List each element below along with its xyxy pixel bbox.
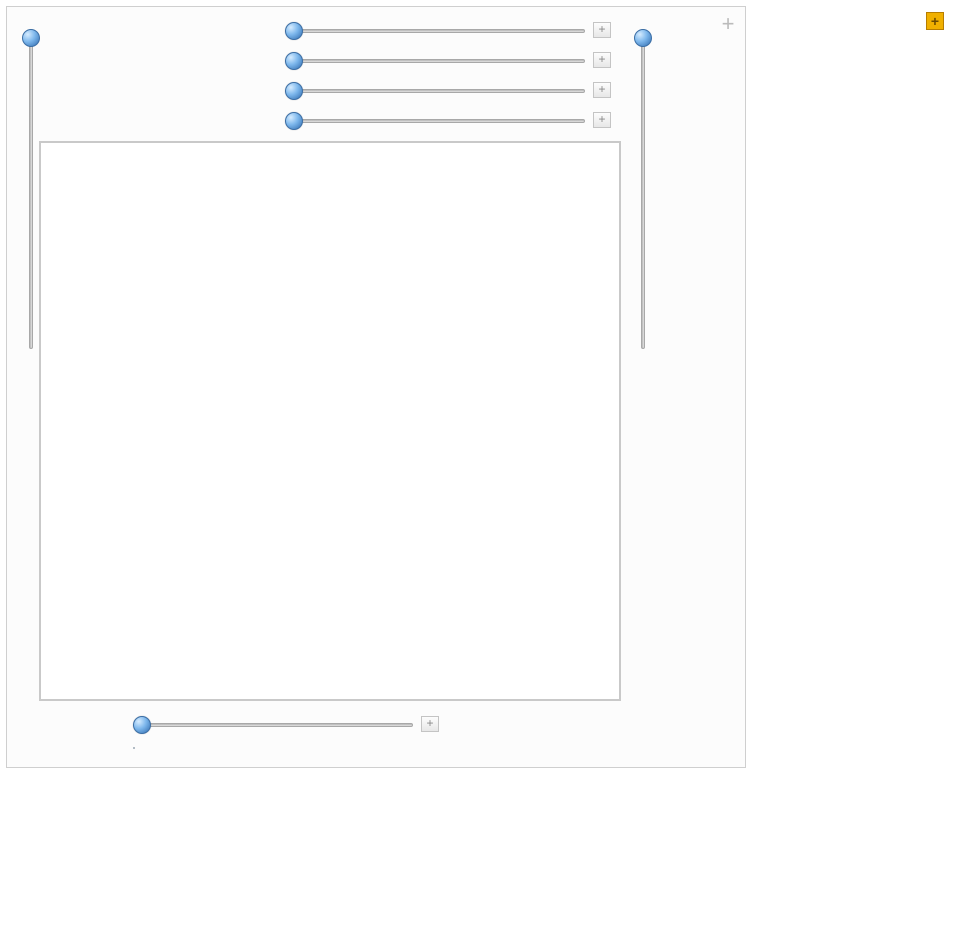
delta-expand-button[interactable]: + [593,112,611,128]
time-slider[interactable] [133,715,413,733]
add-demo-button[interactable]: + [926,12,944,30]
n0-slider[interactable] [21,29,39,349]
alpha-expand-button[interactable]: + [593,22,611,38]
bookmark-icon[interactable]: + [719,15,737,33]
n0-control [15,141,39,349]
alpha-slider[interactable] [285,21,585,39]
beta-slider[interactable] [285,51,585,69]
gamma-slider[interactable] [285,81,585,99]
gamma-expand-button[interactable]: + [593,82,611,98]
p0-control [627,141,651,349]
beta-expand-button[interactable]: + [593,52,611,68]
phase-plot [39,141,621,701]
scale-vectors-toggle[interactable] [133,747,135,749]
manipulate-panel: + + + [6,6,746,768]
p0-slider[interactable] [633,29,651,349]
vector-field-svg [47,149,613,693]
delta-slider[interactable] [285,111,585,129]
time-expand-button[interactable]: + [421,716,439,732]
